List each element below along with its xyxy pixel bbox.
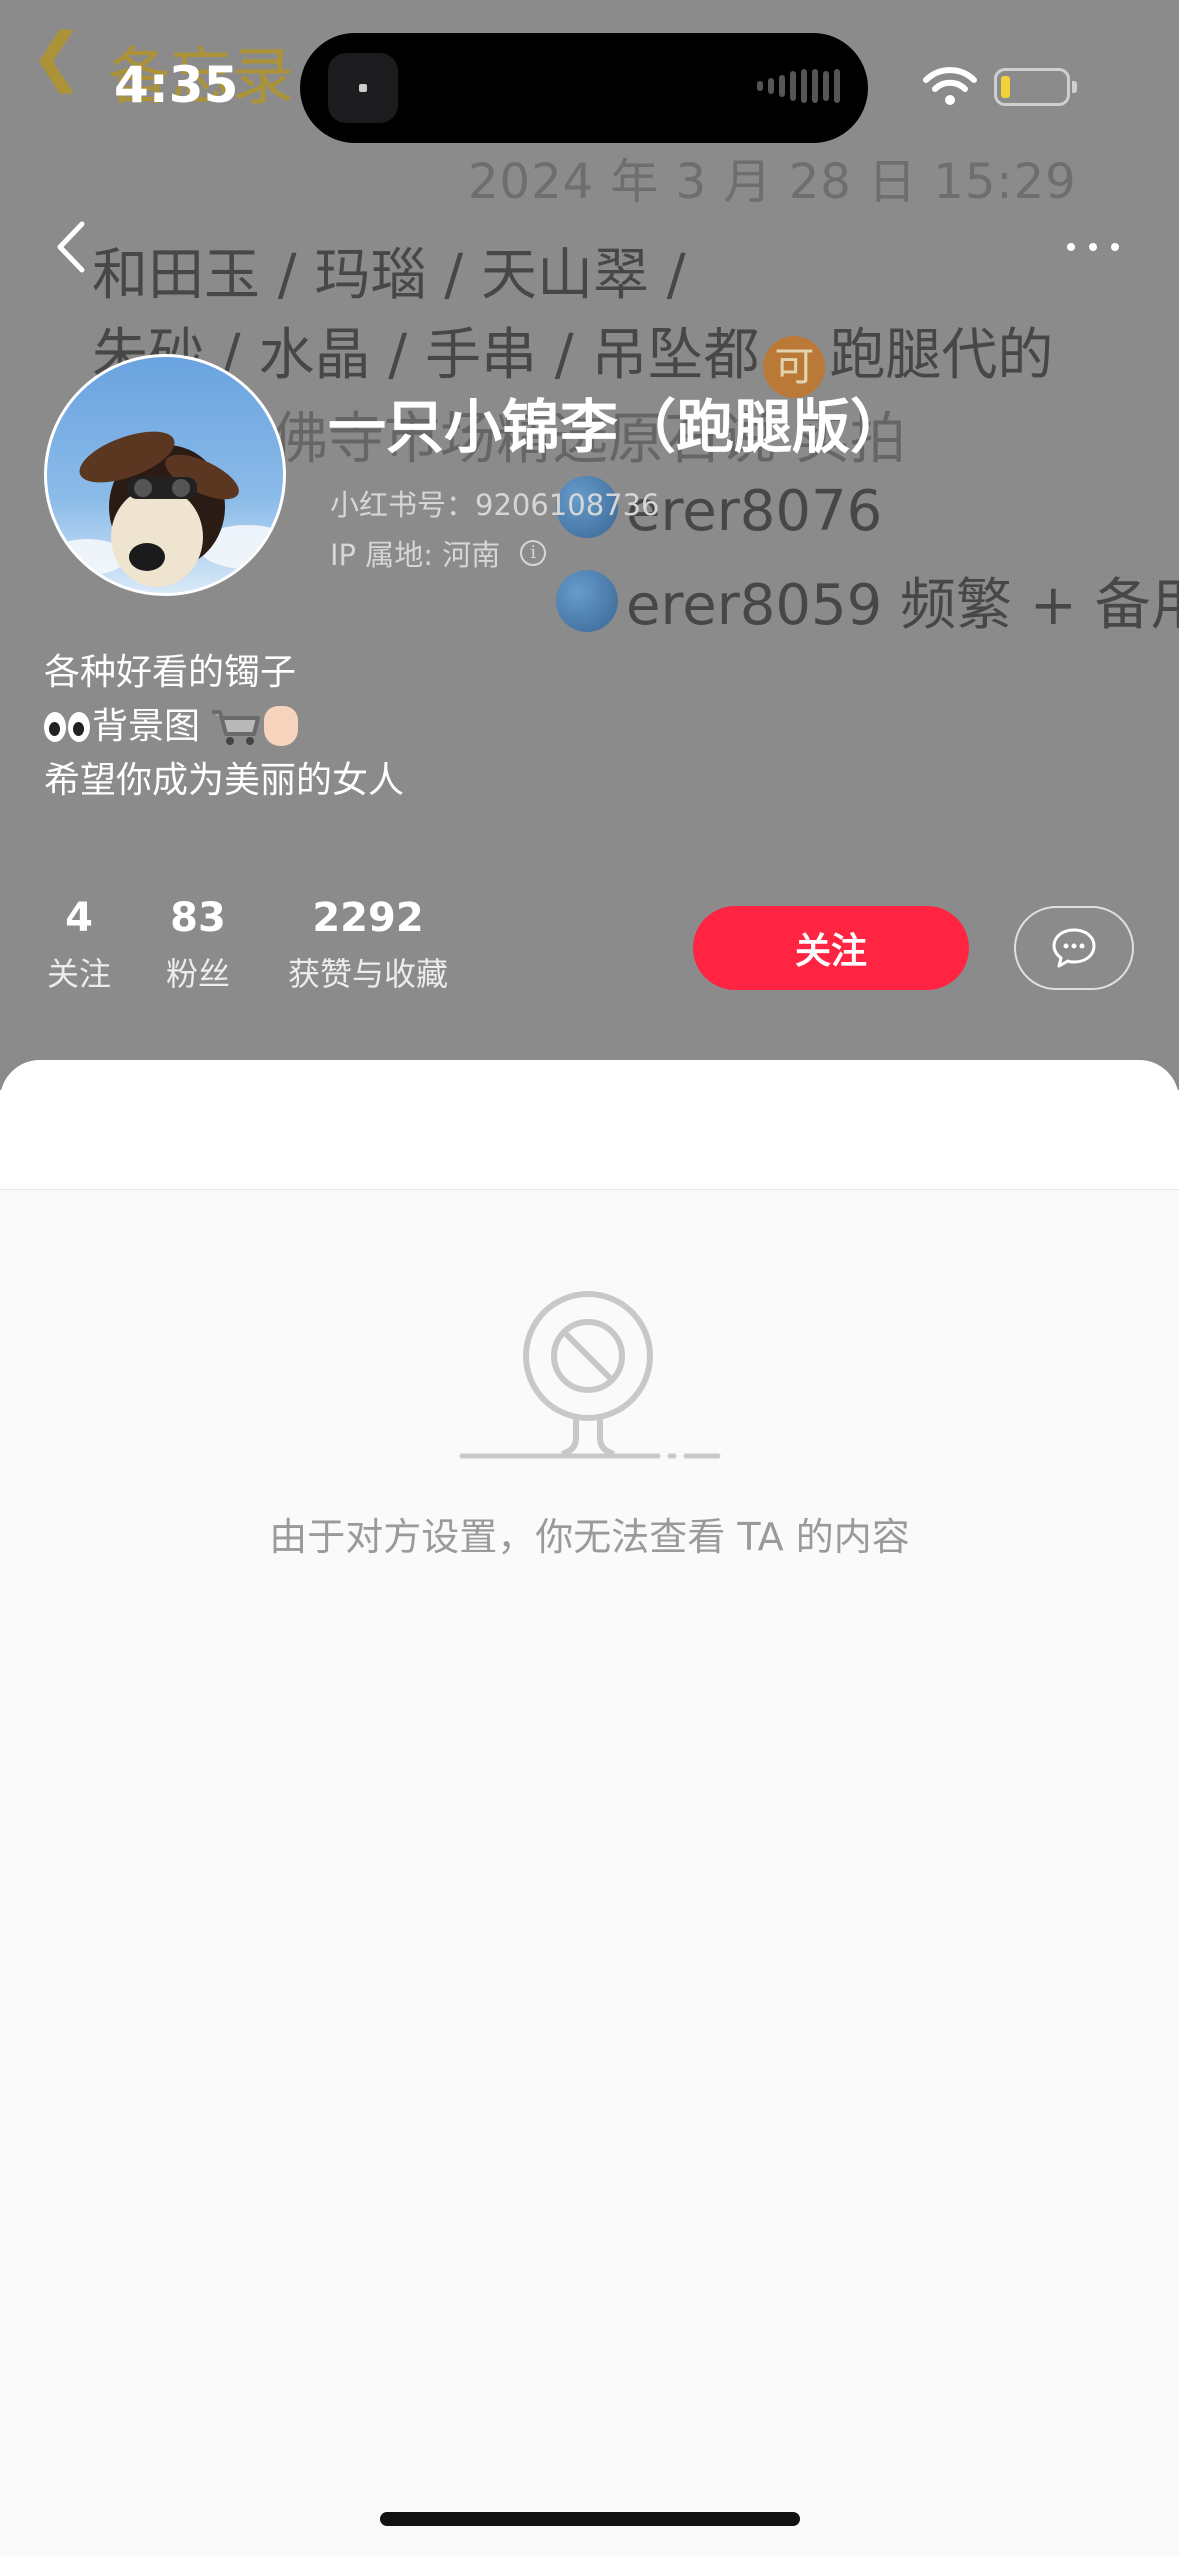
message-button[interactable]	[1014, 906, 1134, 990]
stat-following[interactable]: 4 关注	[44, 895, 114, 995]
more-options-button[interactable]	[1058, 232, 1128, 262]
chat-bubble-icon	[1052, 928, 1096, 968]
more-dots-icon	[1067, 243, 1075, 251]
stat-label: 关注	[46, 955, 111, 993]
memo-line: erer8059 频繁 + 备用	[556, 560, 1179, 641]
memo-line-text: erer8076	[626, 479, 883, 544]
memo-date: 2024 年 3 月 28 日 15:29	[468, 154, 1077, 210]
stat-value: 4	[65, 895, 93, 941]
globe-icon	[556, 570, 618, 632]
bio-line: 背景图	[44, 700, 404, 754]
stat-followers[interactable]: 83 粉丝	[160, 895, 236, 995]
wifi-icon	[923, 67, 977, 105]
empty-state-message: 由于对方设置，你无法查看 TA 的内容	[269, 1515, 910, 1559]
memo-line: 和田玉 / 玛瑙 / 天山翠 /	[92, 243, 686, 308]
bio: 各种好看的镯子 背景图 希望你成为美丽的女人	[44, 646, 404, 808]
battery-icon	[994, 68, 1077, 106]
bio-line: 希望你成为美丽的女人	[44, 760, 405, 801]
ip-location: IP 属地: 河南	[330, 538, 501, 572]
bio-line-text: 背景图	[92, 706, 201, 747]
stat-label: 粉丝	[165, 955, 230, 993]
memo-line-text: erer8059 频繁 + 备用	[626, 573, 1179, 638]
memo-line-text: 跑腿代的	[829, 323, 1054, 388]
info-icon[interactable]: i	[520, 540, 547, 566]
stat-likes-collects[interactable]: 2292 获赞与收藏	[280, 895, 456, 995]
more-dot	[1089, 243, 1097, 251]
eyes-emoji-icon	[68, 712, 90, 742]
username: 一只小锦李（跑腿版）	[328, 393, 909, 461]
island-app-icon	[328, 53, 398, 123]
avatar-image	[47, 431, 283, 587]
avatar[interactable]	[44, 354, 286, 596]
bio-line: 各种好看的镯子	[44, 652, 297, 693]
back-button[interactable]	[46, 212, 96, 282]
blocked-sign-icon	[459, 1291, 721, 1459]
eyes-emoji-icon	[44, 712, 66, 742]
stat-value: 83	[170, 895, 226, 941]
tab-bar	[0, 1060, 1179, 1190]
redbook-id[interactable]: 小红书号：9206108736	[330, 482, 660, 524]
ok-hand-icon	[264, 706, 299, 746]
audio-waveform-icon	[757, 69, 840, 103]
status-time: 4:35	[114, 56, 239, 114]
ip-location-row: IP 属地: 河南 i	[330, 532, 547, 574]
follow-button[interactable]: 关注	[693, 906, 969, 990]
content-sheet: 由于对方设置，你无法查看 TA 的内容	[0, 1060, 1179, 2556]
home-indicator[interactable]	[380, 2512, 800, 2526]
stat-label: 获赞与收藏	[287, 955, 448, 993]
dynamic-island	[300, 33, 868, 143]
memo-back-icon: ❮	[30, 20, 84, 94]
shopping-cart-icon	[212, 710, 261, 745]
stat-value: 2292	[312, 895, 424, 941]
more-dot	[1111, 243, 1119, 251]
